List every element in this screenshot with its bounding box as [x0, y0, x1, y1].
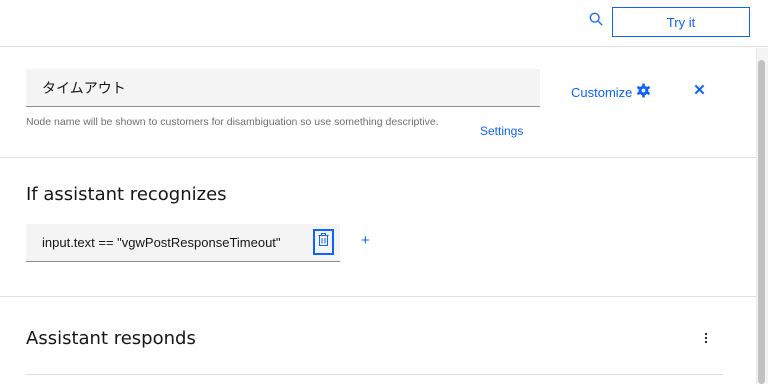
- condition-field[interactable]: input.text == "vgwPostResponseTimeout": [26, 224, 340, 262]
- scrollbar-thumb[interactable]: [758, 60, 765, 384]
- delete-condition-button[interactable]: [313, 229, 334, 255]
- recognizes-section-title: If assistant recognizes: [26, 184, 227, 205]
- responds-overflow-button[interactable]: [700, 331, 712, 349]
- overflow-menu-icon: [704, 331, 708, 349]
- condition-text[interactable]: input.text == "vgwPostResponseTimeout": [42, 235, 281, 250]
- close-button[interactable]: [691, 83, 707, 99]
- add-condition-button[interactable]: +: [361, 233, 370, 248]
- search-icon: [589, 12, 603, 31]
- close-icon: [694, 82, 705, 100]
- section-divider: [0, 157, 756, 158]
- node-name-input[interactable]: タイムアウト: [26, 69, 540, 107]
- search-button[interactable]: [586, 10, 606, 32]
- responds-divider: [26, 374, 723, 375]
- node-editor-panel: タイムアウト Node name will be shown to custom…: [0, 48, 756, 384]
- node-name-helper-text: Node name will be shown to customers for…: [26, 116, 439, 128]
- customize-label: Customize: [571, 84, 633, 100]
- try-it-button[interactable]: Try it: [612, 7, 750, 37]
- trash-icon: [318, 233, 329, 251]
- top-toolbar: Try it: [0, 0, 768, 47]
- section-divider: [0, 296, 756, 297]
- responds-section-title: Assistant responds: [26, 328, 196, 349]
- settings-link[interactable]: Settings: [480, 124, 523, 138]
- gear-icon: [636, 83, 651, 101]
- customize-button[interactable]: Customize: [571, 83, 651, 101]
